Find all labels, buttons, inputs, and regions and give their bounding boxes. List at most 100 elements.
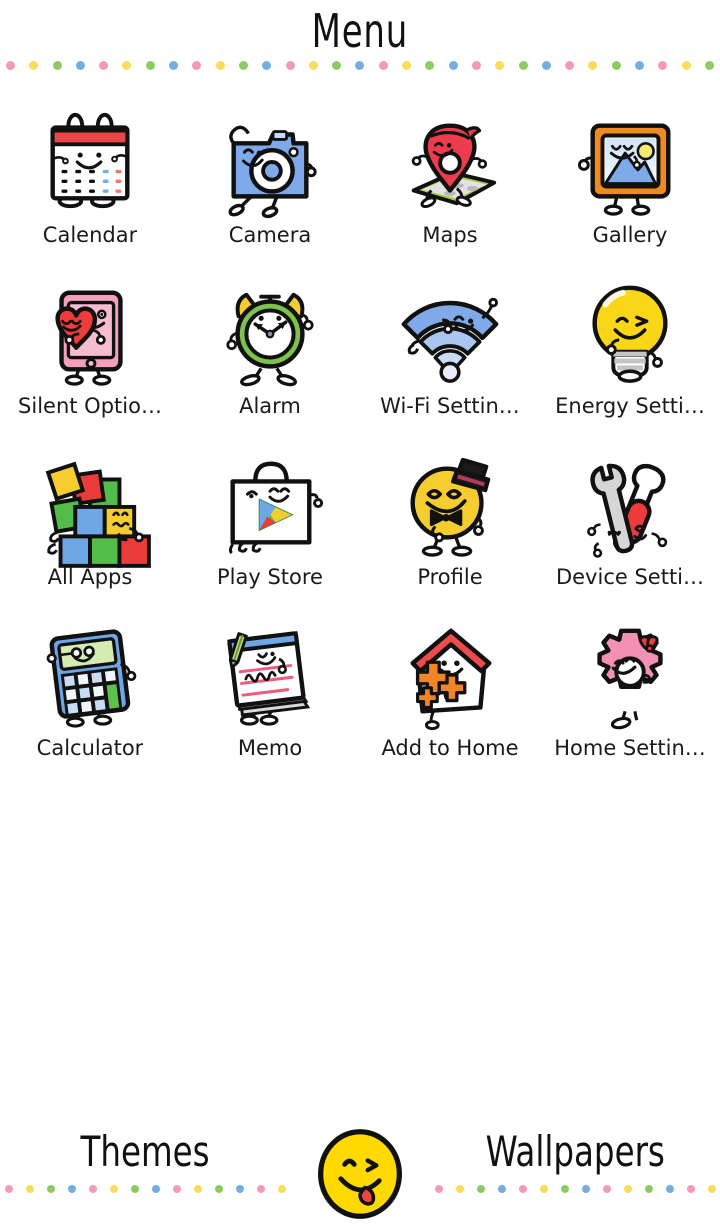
divider-dot: [448, 60, 458, 70]
app-icon-calculator[interactable]: Calculator: [0, 619, 180, 782]
divider-dot: [541, 60, 551, 70]
divider-dot: [518, 60, 528, 70]
app-icon-label: Profile: [417, 566, 483, 589]
app-icon-play-store[interactable]: Play Store: [180, 448, 360, 611]
divider-dot: [539, 1185, 548, 1194]
lightbulb-icon: [571, 277, 689, 389]
device-tools-icon: [571, 448, 689, 560]
app-icon-gallery[interactable]: Gallery: [540, 106, 720, 269]
add-to-home-icon: [391, 619, 509, 731]
divider-dot: [25, 1185, 34, 1194]
divider-dot: [332, 60, 342, 70]
profile-face-icon: [391, 448, 509, 560]
divider-dot: [588, 60, 598, 70]
divider-dot: [308, 60, 318, 70]
divider-dot: [355, 60, 365, 70]
themes-dot-underline: [4, 1185, 286, 1194]
app-icon-label: Maps: [422, 224, 478, 247]
divider-dot: [635, 60, 645, 70]
app-icon-home-settin[interactable]: Home Settin…: [540, 619, 720, 782]
app-icon-label: Calendar: [42, 224, 138, 247]
camera-icon: [211, 106, 329, 219]
divider-dot: [145, 60, 155, 70]
divider-dot: [99, 60, 109, 70]
bottom-bar: Themes Wallpapers: [0, 1118, 720, 1230]
divider-dot: [402, 60, 412, 70]
app-icon-profile[interactable]: Profile: [360, 448, 540, 611]
divider-dot: [495, 60, 505, 70]
app-icon-label: Device Setti…: [555, 566, 705, 589]
divider-dot: [235, 1185, 244, 1194]
themes-button[interactable]: Themes: [0, 1129, 290, 1194]
divider-dot: [560, 1185, 569, 1194]
divider-dot: [215, 60, 225, 70]
divider-dot: [658, 60, 668, 70]
app-icon-label: Add to Home: [381, 737, 519, 760]
divider-dot: [192, 60, 202, 70]
home-settings-gear-icon: [571, 619, 689, 731]
divider-dot: [434, 1185, 443, 1194]
divider-dot: [238, 60, 248, 70]
play-store-bag-icon: [211, 448, 329, 560]
wallpapers-dot-underline: [434, 1185, 716, 1194]
divider-dot: [681, 60, 691, 70]
divider-dot: [193, 1185, 202, 1194]
app-icon-label: All Apps: [47, 566, 133, 589]
page-header: Menu: [0, 0, 720, 58]
divider-dot: [497, 1185, 506, 1194]
divider-dot: [471, 60, 481, 70]
app-icon-grid: Calendar Camera Maps Gallery Silent Opti…: [0, 106, 720, 782]
divider-dot: [565, 60, 575, 70]
app-icon-energy-setti[interactable]: Energy Setti…: [540, 277, 720, 440]
app-icon-wi-fi-settin[interactable]: Wi-Fi Settin…: [360, 277, 540, 440]
app-icon-device-setti[interactable]: Device Setti…: [540, 448, 720, 611]
divider-dot: [75, 60, 85, 70]
wallpapers-button[interactable]: Wallpapers: [430, 1129, 720, 1194]
divider-dot: [256, 1185, 265, 1194]
app-icon-label: Play Store: [217, 566, 323, 589]
app-icon-all-apps[interactable]: All Apps: [0, 448, 180, 611]
app-icon-label: Camera: [228, 224, 312, 247]
all-apps-blocks-icon: [31, 448, 151, 568]
divider-dot: [285, 60, 295, 70]
divider-dot: [602, 1185, 611, 1194]
app-icon-maps[interactable]: Maps: [360, 106, 540, 269]
divider-dot: [262, 60, 272, 70]
divider-dot: [172, 1185, 181, 1194]
divider-dot: [29, 60, 39, 70]
divider-dot: [6, 60, 15, 70]
divider-dot: [109, 1185, 118, 1194]
divider-dot: [214, 1185, 223, 1194]
app-icon-label: Wi-Fi Settin…: [380, 395, 520, 418]
app-icon-label: Calculator: [36, 737, 144, 760]
divider-dot: [707, 1185, 716, 1194]
divider-dot: [476, 1185, 485, 1194]
memo-notepad-icon: [211, 619, 329, 731]
app-icon-calendar[interactable]: Calendar: [0, 106, 180, 269]
divider-dot: [277, 1185, 286, 1194]
gallery-picture-icon: [571, 106, 689, 218]
divider-dot: [169, 60, 179, 70]
divider-dot: [665, 1185, 674, 1194]
app-icon-label: Alarm: [239, 395, 301, 418]
divider-dot: [46, 1185, 55, 1194]
app-icon-alarm[interactable]: Alarm: [180, 277, 360, 440]
divider-dot: [518, 1185, 527, 1194]
app-icon-label: Energy Setti…: [555, 395, 705, 418]
divider-dot: [378, 60, 388, 70]
divider-dot: [425, 60, 435, 70]
app-icon-label: Home Settin…: [554, 737, 706, 760]
app-icon-label: Gallery: [592, 224, 668, 247]
top-dot-divider: [0, 58, 720, 72]
maps-pin-icon: [391, 106, 509, 218]
winking-smiley-icon[interactable]: [312, 1126, 408, 1222]
app-icon-add-to-home[interactable]: Add to Home: [360, 619, 540, 782]
app-icon-memo[interactable]: Memo: [180, 619, 360, 782]
divider-dot: [52, 60, 62, 70]
wifi-icon: [391, 277, 509, 389]
divider-dot: [704, 60, 714, 70]
divider-dot: [581, 1185, 590, 1194]
app-icon-silent-optio[interactable]: Silent Optio…: [0, 277, 180, 440]
divider-dot: [88, 1185, 97, 1194]
app-icon-camera[interactable]: Camera: [180, 106, 360, 269]
